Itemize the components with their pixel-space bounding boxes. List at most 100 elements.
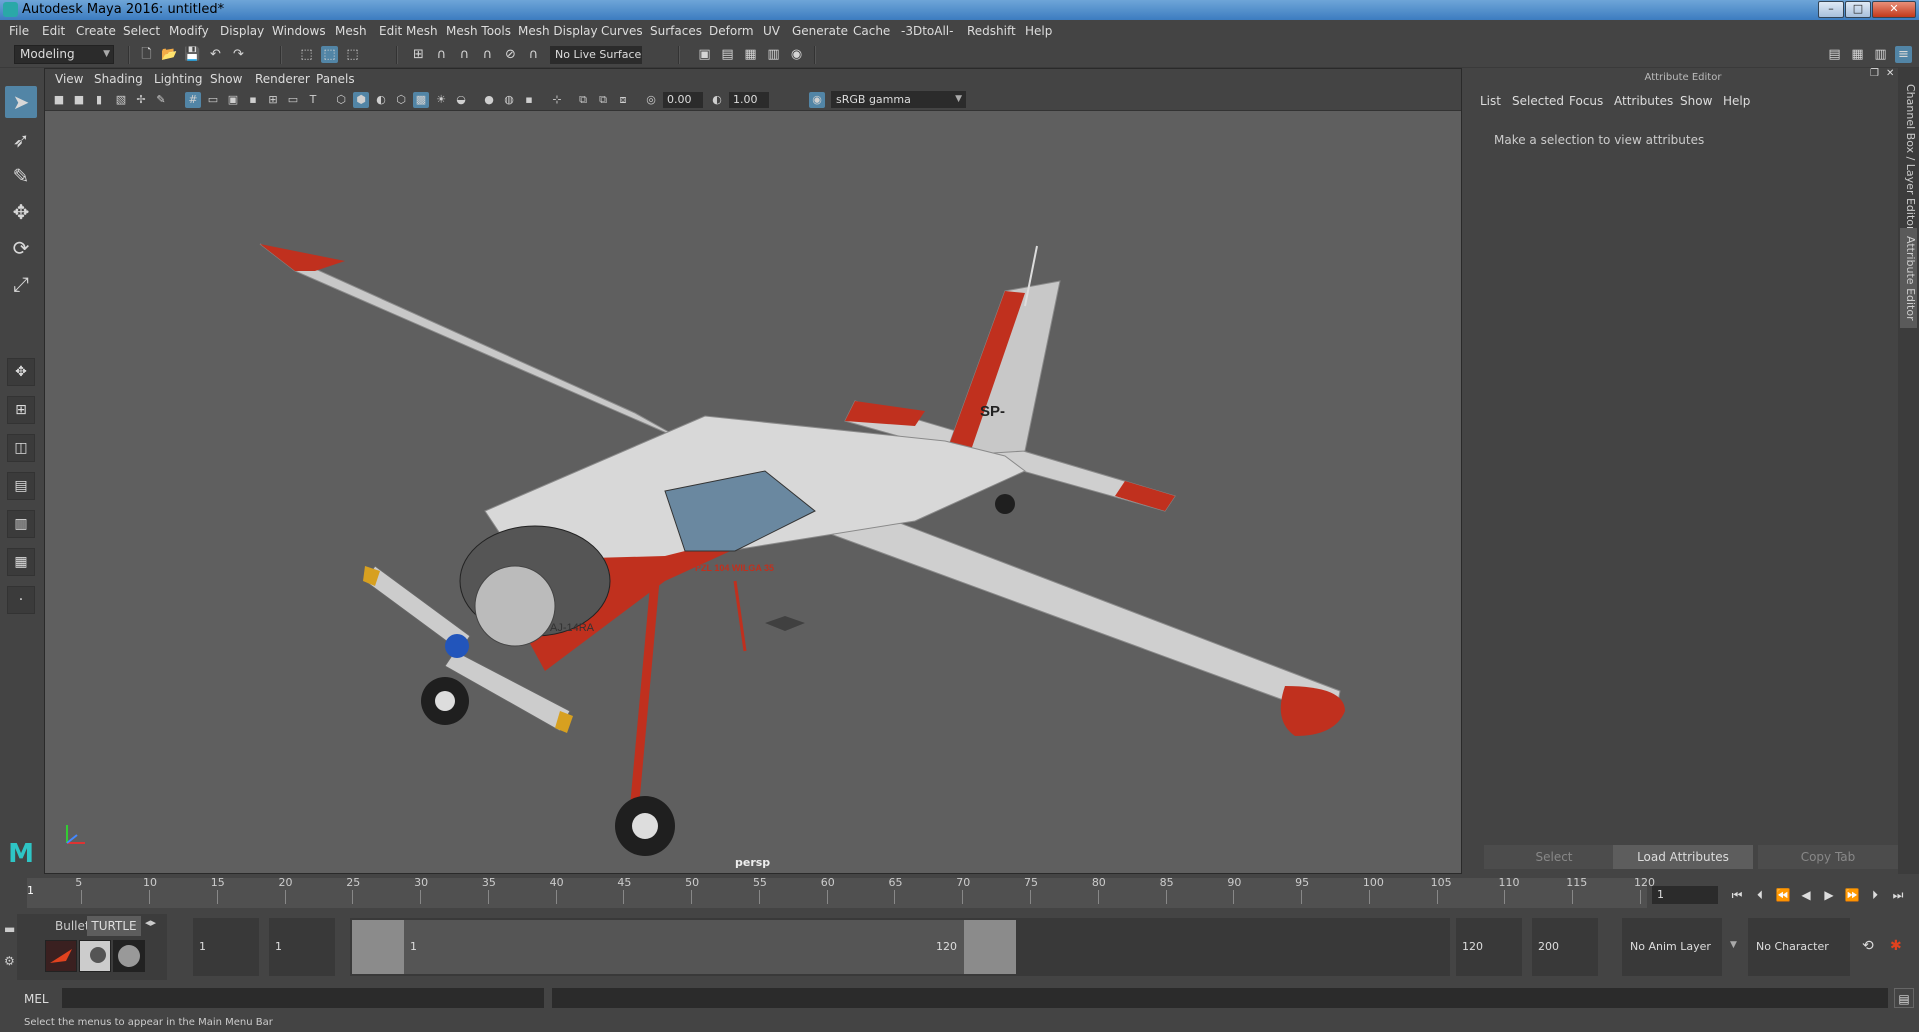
shadows-icon[interactable]: ◒ (453, 92, 469, 108)
turtle-render-icon[interactable] (45, 940, 77, 972)
menu-edit[interactable]: Edit (42, 24, 65, 38)
motion-blur-icon[interactable]: ◍ (501, 92, 517, 108)
paint-select-tool-icon[interactable]: ✎ (5, 160, 37, 192)
turtle-bake-icon[interactable] (79, 940, 111, 972)
select-camera-icon[interactable]: ■ (51, 92, 67, 108)
menu-edit-mesh[interactable]: Edit Mesh (379, 24, 438, 38)
wireframe-icon[interactable]: ⬡ (333, 92, 349, 108)
step-forward-frame-icon[interactable]: ⏵ (1866, 886, 1884, 904)
save-scene-icon[interactable]: 💾 (184, 46, 201, 63)
playback-start-field[interactable]: 1 (269, 918, 335, 976)
range-end-handle[interactable] (964, 920, 1016, 974)
new-scene-icon[interactable]: 🗋 (138, 46, 155, 63)
gamma-field[interactable]: 1.00 (729, 92, 769, 108)
viewport-panel[interactable]: View Shading Lighting Show Renderer Pane… (44, 68, 1462, 874)
hypershade-icon[interactable]: ◉ (788, 46, 805, 63)
snap-together-icon[interactable]: ∩ (525, 46, 542, 63)
xray-icon[interactable]: ⧉ (575, 92, 591, 108)
safe-action-icon[interactable]: ▭ (285, 92, 301, 108)
ae-menu-focus[interactable]: Focus (1569, 94, 1603, 108)
view-transform-select[interactable]: sRGB gamma ▼ (831, 91, 966, 108)
chevron-down-icon[interactable]: ▼ (1730, 940, 1737, 950)
ae-copy-tab-button[interactable]: Copy Tab (1758, 845, 1898, 869)
menu-set-select[interactable]: Modeling ▼ (14, 45, 114, 64)
menu-curves[interactable]: Curves (601, 24, 643, 38)
play-forwards-icon[interactable]: ▶ (1820, 886, 1838, 904)
go-to-start-icon[interactable]: ⏮ (1728, 886, 1746, 904)
outliner-persp-layout-icon[interactable]: ▤ (7, 472, 35, 500)
rotate-tool-icon[interactable]: ⟳ (5, 232, 37, 264)
ambient-occlusion-icon[interactable]: ● (481, 92, 497, 108)
isolate-select-icon[interactable]: ⊹ (549, 92, 565, 108)
xray-joints-icon[interactable]: ⧉ (595, 92, 611, 108)
single-pane-layout-icon[interactable]: ✥ (7, 358, 35, 386)
render-settings-icon[interactable]: ▥ (765, 46, 782, 63)
snap-curve-icon[interactable]: ∩ (433, 46, 450, 63)
menu-cache[interactable]: Cache (853, 24, 890, 38)
resolution-gate-icon[interactable]: ▣ (225, 92, 241, 108)
panel-menu-shading[interactable]: Shading (94, 72, 143, 86)
tool-settings-icon[interactable]: ▥ (1872, 46, 1889, 63)
current-frame-marker[interactable]: 1 (27, 884, 34, 897)
menu-modify[interactable]: Modify (169, 24, 209, 38)
two-d-pan-zoom-icon[interactable]: ✢ (133, 92, 149, 108)
use-all-lights-icon[interactable]: ☀ (433, 92, 449, 108)
more-layouts-icon[interactable]: · (7, 586, 35, 614)
grid-icon[interactable]: # (185, 92, 201, 108)
menu-generate[interactable]: Generate (792, 24, 848, 38)
menu-display[interactable]: Display (220, 24, 264, 38)
snap-grid-icon[interactable]: ⊞ (410, 46, 427, 63)
select-by-hierarchy-icon[interactable]: ⬚ (298, 46, 315, 63)
snap-point-icon[interactable]: ∩ (456, 46, 473, 63)
tab-channel-box-layer-editor[interactable]: Channel Box / Layer Editor (1900, 82, 1917, 232)
film-gate-icon[interactable]: ▭ (205, 92, 221, 108)
render-view-icon[interactable]: ▣ (696, 46, 713, 63)
menu-mesh-display[interactable]: Mesh Display (518, 24, 598, 38)
textured-icon[interactable]: ▩ (413, 92, 429, 108)
menu-mesh-tools[interactable]: Mesh Tools (446, 24, 511, 38)
script-editor-icon[interactable]: ▤ (1894, 988, 1914, 1008)
command-input[interactable] (62, 988, 544, 1008)
tab-attribute-editor[interactable]: Attribute Editor (1900, 228, 1917, 328)
step-back-key-icon[interactable]: ⏪ (1774, 886, 1792, 904)
menu-select[interactable]: Select (123, 24, 160, 38)
wireframe-on-shaded-icon[interactable]: ⬡ (393, 92, 409, 108)
ae-menu-selected[interactable]: Selected (1512, 94, 1564, 108)
image-plane-icon[interactable]: ▧ (113, 92, 129, 108)
step-back-frame-icon[interactable]: ⏴ (1751, 886, 1769, 904)
animation-preferences-icon[interactable]: ✱ (1890, 938, 1902, 954)
menu-redshift[interactable]: Redshift (967, 24, 1016, 38)
ipr-render-icon[interactable]: ▦ (742, 46, 759, 63)
camera-attributes-icon[interactable]: ■ (71, 92, 87, 108)
xray-components-icon[interactable]: ⧈ (615, 92, 631, 108)
menu-deform[interactable]: Deform (709, 24, 754, 38)
two-pane-layout-icon[interactable]: ◫ (7, 434, 35, 462)
menu-3dtoall[interactable]: -3DtoAll- (901, 24, 953, 38)
move-tool-icon[interactable]: ✥ (5, 196, 37, 228)
menu-uv[interactable]: UV (763, 24, 780, 38)
ae-select-button[interactable]: Select (1484, 845, 1624, 869)
panel-menu-lighting[interactable]: Lighting (154, 72, 203, 86)
end-frame-field[interactable]: 200 (1532, 918, 1598, 976)
panel-menu-panels[interactable]: Panels (316, 72, 355, 86)
maximize-button[interactable]: □ (1845, 1, 1871, 18)
modeling-toolkit-icon[interactable]: ▤ (1826, 46, 1843, 63)
play-backwards-icon[interactable]: ◀ (1797, 886, 1815, 904)
channel-box-toggle-icon[interactable]: ≡ (1895, 46, 1912, 63)
ae-menu-list[interactable]: List (1480, 94, 1501, 108)
live-surface-field[interactable]: No Live Surface (550, 46, 642, 64)
character-set-select[interactable]: No Character Set (1748, 918, 1850, 1011)
auto-key-icon[interactable]: ⟲ (1862, 938, 1874, 954)
viewport-canvas[interactable]: SP- AJ-14RA PZL 104 WILGA 35 (45, 111, 1461, 875)
shelf-collapse-icon[interactable]: ▬ (4, 922, 15, 936)
lasso-tool-icon[interactable]: ➶ (5, 124, 37, 156)
ae-menu-attributes[interactable]: Attributes (1614, 94, 1673, 108)
color-management-icon[interactable]: ◉ (809, 92, 825, 108)
graph-persp-layout-icon[interactable]: ▥ (7, 510, 35, 538)
exposure-icon[interactable]: ◎ (643, 92, 659, 108)
menu-windows[interactable]: Windows (272, 24, 326, 38)
open-scene-icon[interactable]: 📂 (161, 46, 178, 63)
make-live-icon[interactable]: ⊘ (502, 46, 519, 63)
go-to-end-icon[interactable]: ⏭ (1889, 886, 1907, 904)
start-frame-field[interactable]: 1 (193, 918, 259, 976)
